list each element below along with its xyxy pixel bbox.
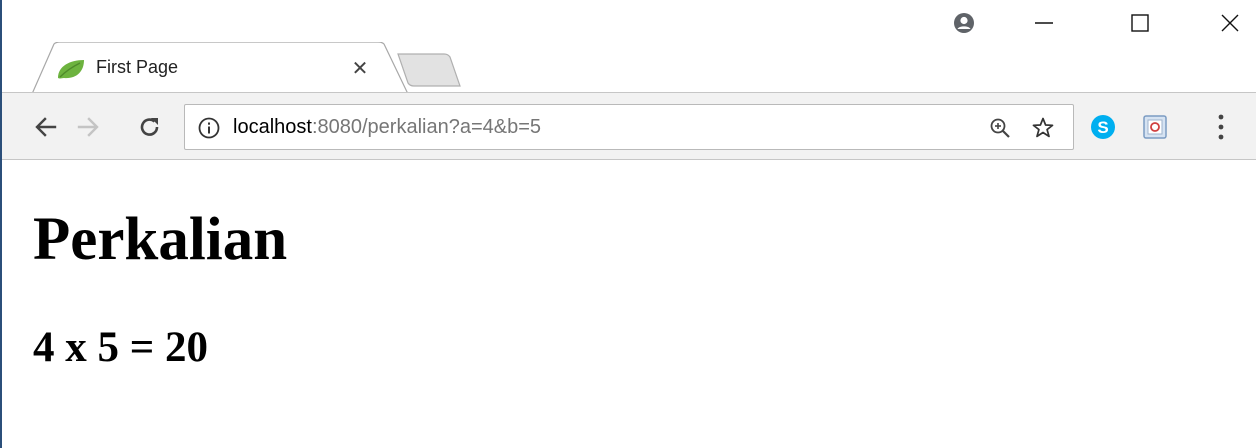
minimize-icon[interactable] — [1024, 8, 1064, 38]
url-host: localhost — [233, 116, 312, 138]
star-icon[interactable] — [1031, 116, 1055, 140]
url-text[interactable]: localhost:8080/perkalian?a=4&b=5 — [233, 116, 541, 139]
skype-icon[interactable]: S — [1090, 114, 1116, 140]
page-content: Perkalian 4 x 5 = 20 — [4, 161, 1256, 448]
arrow-right-icon[interactable] — [74, 113, 102, 141]
arrow-left-icon[interactable] — [32, 113, 60, 141]
tab-first-page[interactable]: First Page ✕ — [32, 42, 408, 94]
info-icon[interactable] — [198, 117, 220, 139]
tab-strip: First Page ✕ — [2, 0, 1256, 94]
close-icon[interactable] — [1210, 8, 1250, 38]
multiplication-result: 4 x 5 = 20 — [33, 324, 209, 371]
svg-text:S: S — [1097, 118, 1108, 137]
browser-toolbar: localhost:8080/perkalian?a=4&b=5 S — [2, 92, 1256, 160]
extension-icon[interactable] — [1142, 114, 1168, 140]
url-path: :8080/perkalian?a=4&b=5 — [311, 116, 542, 138]
maximize-icon[interactable] — [1120, 8, 1160, 38]
menu-dots-icon[interactable] — [1216, 112, 1226, 142]
zoom-icon[interactable] — [989, 117, 1011, 139]
address-bar[interactable]: localhost:8080/perkalian?a=4&b=5 — [184, 104, 1074, 150]
new-tab-button[interactable] — [396, 52, 462, 88]
tab-title: First Page — [96, 57, 179, 77]
tab-close-icon[interactable]: ✕ — [350, 59, 370, 79]
reload-icon[interactable] — [136, 113, 164, 141]
profile-icon[interactable] — [944, 8, 984, 38]
leaf-icon — [58, 60, 84, 79]
page-heading: Perkalian — [33, 206, 288, 273]
browser-window: First Page ✕ localhost:8080/perkalian?a=… — [0, 0, 1256, 448]
